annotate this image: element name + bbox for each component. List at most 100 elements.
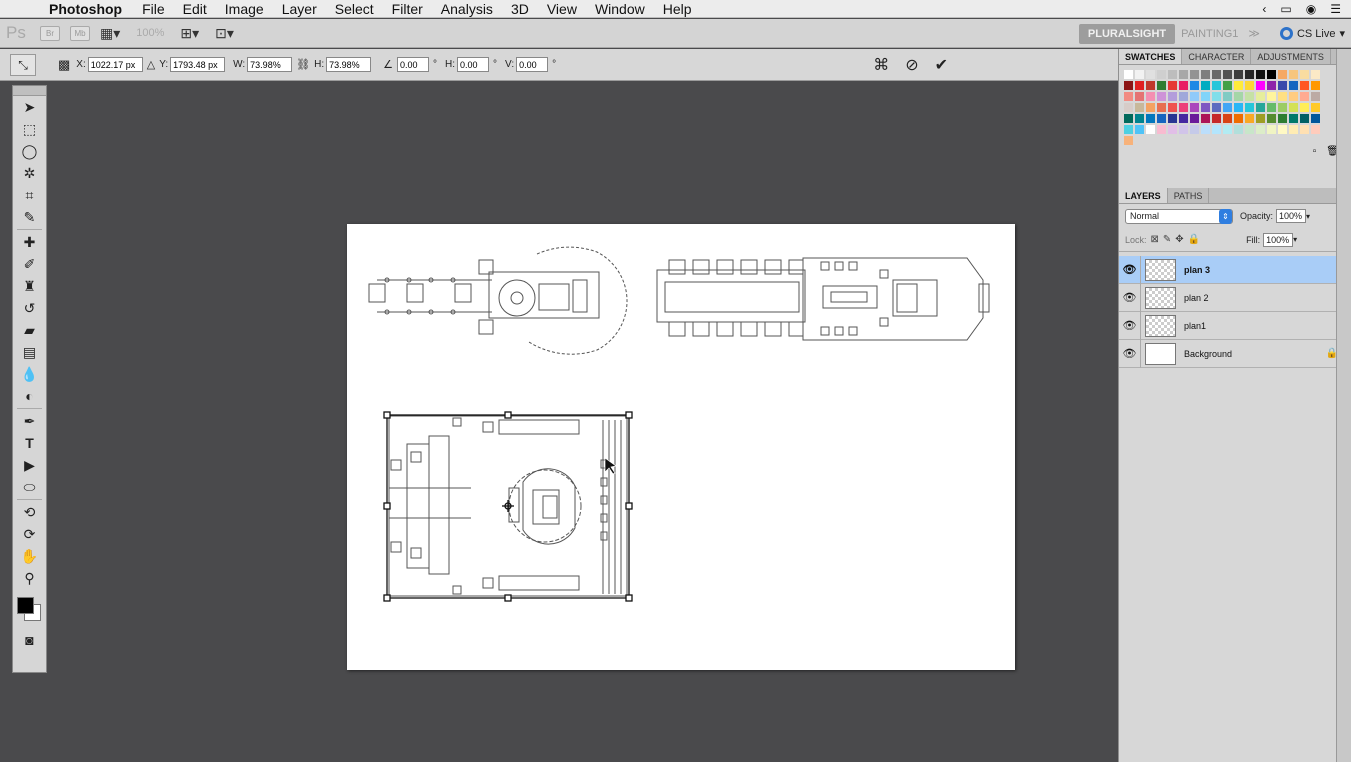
color-swatch[interactable] (1233, 69, 1244, 80)
color-swatch[interactable] (1123, 135, 1134, 146)
menu-view[interactable]: View (547, 1, 577, 17)
color-swatch[interactable] (1134, 80, 1145, 91)
color-swatch[interactable] (1134, 113, 1145, 124)
color-swatch[interactable] (1134, 69, 1145, 80)
color-swatch[interactable] (1299, 102, 1310, 113)
color-swatch[interactable] (1189, 80, 1200, 91)
color-swatch[interactable] (1288, 102, 1299, 113)
v-skew-input[interactable] (516, 57, 549, 72)
x-position-input[interactable] (87, 57, 143, 72)
layer-row-plan-2[interactable]: 👁 plan 2 (1119, 283, 1351, 312)
visibility-eye-icon[interactable]: 👁 (1119, 311, 1141, 340)
color-swatch[interactable] (1255, 113, 1266, 124)
transform-tool-preset-icon[interactable]: ⤡ (10, 53, 36, 76)
blend-mode-select[interactable]: Normal ⇕ (1125, 208, 1233, 224)
color-swatch[interactable] (1145, 113, 1156, 124)
color-swatch[interactable] (1189, 124, 1200, 135)
color-swatch[interactable] (1266, 113, 1277, 124)
color-swatch[interactable] (1266, 80, 1277, 91)
back-icon[interactable]: ‹ (1262, 2, 1266, 16)
color-swatch[interactable] (1222, 69, 1233, 80)
document-canvas[interactable] (347, 224, 1015, 670)
color-swatch[interactable] (1288, 91, 1299, 102)
color-swatch[interactable] (1211, 113, 1222, 124)
color-swatch[interactable] (1299, 69, 1310, 80)
color-swatch[interactable] (1266, 91, 1277, 102)
menu-file[interactable]: File (142, 1, 165, 17)
menu-image[interactable]: Image (225, 1, 264, 17)
color-swatch[interactable] (1123, 80, 1134, 91)
menu-filter[interactable]: Filter (392, 1, 423, 17)
color-swatch[interactable] (1211, 69, 1222, 80)
lock-image-icon[interactable]: ✎ (1163, 234, 1171, 245)
color-swatch[interactable] (1178, 113, 1189, 124)
menu-help[interactable]: Help (663, 1, 692, 17)
color-swatch[interactable] (1156, 124, 1167, 135)
color-swatch[interactable] (1266, 69, 1277, 80)
menu-layer[interactable]: Layer (282, 1, 317, 17)
color-swatch[interactable] (1233, 124, 1244, 135)
color-swatch[interactable] (1167, 80, 1178, 91)
color-swatch[interactable] (1266, 102, 1277, 113)
color-swatch[interactable] (1277, 69, 1288, 80)
view-extras-icon[interactable]: ▦▾ (100, 25, 120, 42)
color-swatch[interactable] (1244, 91, 1255, 102)
path-select-tool-icon[interactable]: ▶ (13, 454, 46, 476)
color-swatch[interactable] (1222, 91, 1233, 102)
color-swatch[interactable] (1156, 91, 1167, 102)
color-swatch[interactable] (1156, 69, 1167, 80)
eyedropper-tool-icon[interactable]: ✎ (13, 206, 46, 228)
arrange-documents-icon[interactable]: ⊞▾ (180, 25, 199, 42)
color-swatch[interactable] (1145, 91, 1156, 102)
color-swatch[interactable] (1255, 69, 1266, 80)
color-swatch[interactable] (1189, 113, 1200, 124)
color-swatch[interactable] (1134, 91, 1145, 102)
color-swatch[interactable] (1145, 102, 1156, 113)
screen-mode-icon[interactable]: ⊡▾ (215, 25, 234, 42)
color-swatch[interactable] (1233, 102, 1244, 113)
color-swatch[interactable] (1288, 80, 1299, 91)
tab-swatches[interactable]: SWATCHES (1119, 49, 1183, 64)
color-swatch[interactable] (1211, 124, 1222, 135)
lasso-tool-icon[interactable]: ◯ (13, 140, 46, 162)
brush-tool-icon[interactable]: ✐ (13, 253, 46, 275)
color-swatch[interactable] (1222, 124, 1233, 135)
workspace-active[interactable]: PLURALSIGHT (1078, 23, 1176, 44)
color-swatch[interactable] (1277, 102, 1288, 113)
eraser-tool-icon[interactable]: ▰ (13, 319, 46, 341)
reference-point-icon[interactable]: ▩ (58, 57, 70, 73)
battery-icon[interactable]: ▭ (1280, 2, 1291, 16)
color-swatch[interactable] (1145, 80, 1156, 91)
color-swatch[interactable] (1255, 80, 1266, 91)
app-name[interactable]: Photoshop (49, 1, 122, 17)
rotation-input[interactable] (397, 57, 430, 72)
workspace-painting[interactable]: PAINTING1 (1181, 28, 1238, 40)
color-swatch[interactable] (1288, 69, 1299, 80)
gradient-tool-icon[interactable]: ▤ (13, 341, 46, 363)
mini-bridge-button[interactable]: Mb (70, 25, 90, 41)
zoom-level[interactable]: 100% (136, 27, 164, 39)
color-swatch[interactable] (1288, 113, 1299, 124)
color-swatch[interactable] (1189, 102, 1200, 113)
menu-list-icon[interactable]: ☰ (1330, 2, 1341, 16)
color-swatch[interactable] (1299, 124, 1310, 135)
menu-window[interactable]: Window (595, 1, 645, 17)
color-swatch[interactable] (1123, 113, 1134, 124)
move-tool-icon[interactable]: ➤ (13, 96, 46, 118)
color-swatch[interactable] (1310, 91, 1321, 102)
color-swatch[interactable] (1200, 124, 1211, 135)
cs-live-button[interactable]: CS Live ▾ (1279, 27, 1345, 40)
fill-input[interactable]: 100% (1263, 232, 1294, 247)
color-swatch[interactable] (1123, 91, 1134, 102)
commit-transform-icon[interactable]: ✔ (935, 55, 948, 75)
color-swatch[interactable] (1178, 80, 1189, 91)
color-swatch[interactable] (1123, 102, 1134, 113)
color-swatch[interactable] (1211, 80, 1222, 91)
tab-paths[interactable]: PATHS (1168, 188, 1210, 203)
color-swatch[interactable] (1178, 124, 1189, 135)
healing-brush-tool-icon[interactable]: ✚ (13, 231, 46, 253)
color-swatch[interactable] (1145, 124, 1156, 135)
layer-row-plan-3[interactable]: 👁 plan 3 (1119, 255, 1351, 284)
color-swatch[interactable] (1244, 69, 1255, 80)
color-swatch[interactable] (1255, 91, 1266, 102)
